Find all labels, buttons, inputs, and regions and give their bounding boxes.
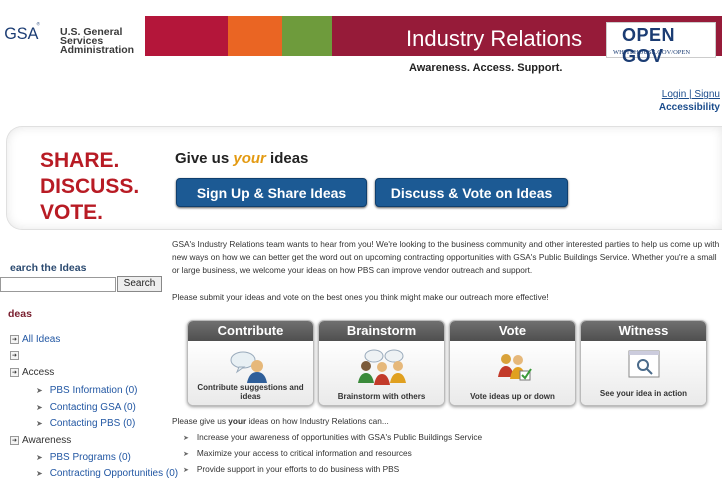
bullet-icon: ➤ (183, 451, 189, 458)
list-item-text: Maximize your access to critical informa… (196, 448, 412, 458)
bullet-icon: ➤ (36, 419, 43, 428)
sidebar-item-pbs-information[interactable]: ➤ PBS Information (0) (36, 385, 138, 396)
card-body: Vote ideas up or down (450, 341, 575, 405)
bullet-icon: ➤ (183, 435, 189, 442)
accessibility-link[interactable]: Accessibility (659, 102, 720, 113)
login-signup-link[interactable]: Login | Signu (662, 89, 720, 100)
slogan-discuss: DISCUSS. (40, 175, 140, 198)
bullet-icon: ➤ (183, 467, 189, 474)
sidebar-category-awareness[interactable]: ➜ Awareness (10, 435, 71, 446)
please-suffix: ideas on how Industry Relations can... (246, 416, 389, 426)
search-button[interactable]: Search (117, 276, 162, 292)
tagline: Awareness. Access. Support. (409, 62, 563, 74)
submit-ideas-text: Please submit your ideas and vote on the… (172, 292, 549, 302)
expand-arrow-icon: ➜ (10, 367, 19, 377)
header-bar-green (282, 16, 322, 56)
discuss-vote-ideas-button[interactable]: Discuss & Vote on Ideas (375, 178, 568, 207)
gsa-name: U.S. General Services Administration (60, 27, 135, 56)
card-body: Contribute suggestions and ideas (188, 341, 313, 405)
sidebar-item-all-ideas[interactable]: ➜ All Ideas (10, 334, 60, 345)
header-bar-tab (320, 16, 332, 56)
sidebar-category-access[interactable]: ➜ Access (10, 367, 54, 378)
card-brainstorm[interactable]: Brainstorm Brainstorm with others (318, 320, 445, 406)
card-title: Witness (581, 321, 706, 341)
sidebar-item-pbs-programs[interactable]: ➤ PBS Programs (0) (36, 452, 131, 463)
search-ideas-title: earch the Ideas (10, 262, 87, 274)
card-body: See your idea in action (581, 341, 706, 405)
please-give-ideas-text: Please give us your ideas on how Industr… (172, 416, 389, 426)
expand-arrow-icon: ➜ (10, 435, 19, 445)
sidebar-item-label: PBS Information (0) (49, 385, 138, 396)
vote-people-icon (497, 354, 532, 381)
card-caption: Brainstorm with others (337, 392, 426, 401)
card-title: Vote (450, 321, 575, 341)
gsa-name-line3: Administration (60, 44, 135, 56)
gsa-logo-icon: GSA ® (4, 21, 41, 44)
magnifier-window-icon (628, 350, 659, 378)
give-suffix: ideas (265, 150, 309, 167)
svg-text:GSA: GSA (4, 25, 38, 43)
search-input[interactable] (0, 277, 116, 292)
ideas-title: deas (8, 308, 32, 320)
give-prefix: Give us (175, 150, 234, 167)
sidebar-item-contacting-gsa[interactable]: ➤ Contacting GSA (0) (36, 402, 136, 413)
card-caption: Vote ideas up or down (470, 392, 555, 401)
site-title: Industry Relations (406, 26, 583, 51)
please-your: your (228, 416, 247, 426)
header-bar-orange (228, 16, 283, 56)
bullet-icon: ➤ (36, 403, 43, 412)
sidebar-category-label: Access (22, 367, 55, 378)
card-caption: See your idea in action (599, 389, 688, 398)
card-witness[interactable]: Witness See your idea in action (580, 320, 707, 406)
opengov-logo[interactable]: OPEN GOV WHITEHOUSE.GOV/OPEN (606, 22, 716, 66)
slogan: SHARE. DISCUSS. VOTE. (40, 148, 139, 226)
give-ideas-heading: Give us your ideas (175, 150, 308, 167)
sidebar-item-contacting-pbs[interactable]: ➤ Contacting PBS (0) (36, 418, 135, 429)
list-item-text: Provide support in your efforts to do bu… (196, 464, 400, 474)
please-prefix: Please give us (172, 416, 229, 426)
list-item: ➤ Increase your awareness of opportunitie… (183, 432, 482, 442)
sidebar-item-blank[interactable]: ➜ (10, 350, 22, 361)
site-header: GSA ® U.S. General Services Administrati… (0, 0, 722, 66)
bullet-icon: ➤ (36, 453, 43, 462)
expand-arrow-icon: ➜ (10, 350, 19, 360)
sidebar-item-label: PBS Programs (0) (49, 452, 131, 463)
sidebar-item-label: Contacting GSA (0) (49, 402, 136, 413)
card-vote[interactable]: Vote Vote ideas up or down (449, 320, 576, 406)
speech-bubble-person-icon (230, 351, 267, 383)
svg-text:®: ® (37, 21, 41, 27)
give-your: your (233, 150, 266, 167)
list-item: ➤ Provide support in your efforts to do b… (183, 464, 399, 474)
expand-arrow-icon: ➜ (10, 334, 19, 344)
list-item-text: Increase your awareness of opportunities… (196, 432, 483, 442)
card-contribute[interactable]: Contribute Contribute suggestions and id… (187, 320, 314, 406)
opengov-url: WHITEHOUSE.GOV/OPEN (613, 49, 691, 56)
header-bar-red (145, 16, 235, 56)
card-title: Contribute (188, 321, 313, 341)
card-caption: Contribute suggestions and ideas (197, 383, 304, 401)
card-body: Brainstorm with others (319, 341, 444, 405)
intro-paragraph: GSA's Industry Relations team wants to h… (172, 239, 720, 275)
list-item: ➤ Maximize your access to critical inform… (183, 448, 412, 458)
card-title: Brainstorm (319, 321, 444, 341)
slogan-share: SHARE. (40, 149, 120, 172)
sidebar-item-label: Contacting PBS (0) (49, 418, 136, 429)
gsa-logo-block[interactable]: GSA ® U.S. General Services Administrati… (0, 6, 145, 62)
bullet-icon: ➤ (36, 386, 43, 395)
opengov-label: OPEN GOV (622, 25, 676, 66)
slogan-vote: VOTE. (40, 201, 104, 224)
signup-share-ideas-button[interactable]: Sign Up & Share Ideas (176, 178, 367, 207)
sidebar-item-label: All Ideas (22, 334, 61, 345)
sidebar-category-label: Awareness (22, 435, 72, 446)
group-thinking-icon (357, 349, 406, 385)
